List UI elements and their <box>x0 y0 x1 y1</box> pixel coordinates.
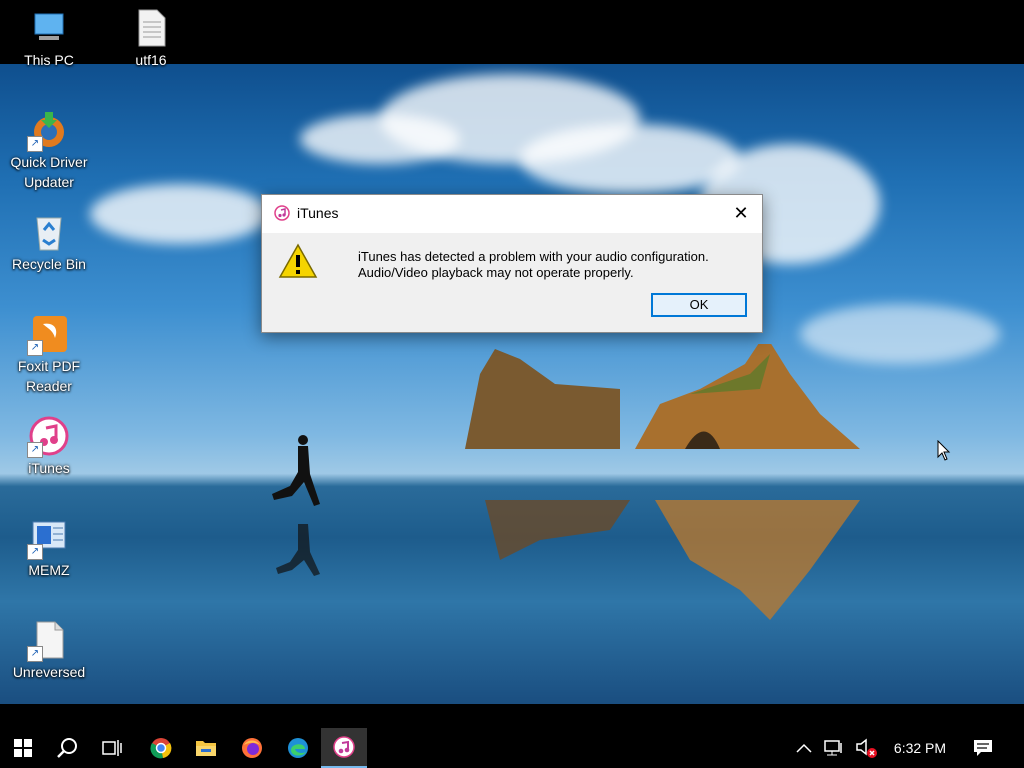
warning-icon <box>278 243 318 279</box>
ok-button[interactable]: OK <box>651 293 747 317</box>
desktop-icon-label: utf16 <box>135 52 167 68</box>
start-icon <box>14 739 32 757</box>
dialog-message-line1: iTunes has detected a problem with your … <box>358 249 709 264</box>
desktop-wallpaper <box>0 64 1024 704</box>
desktop-icon-unreversed[interactable]: ↗ Unreversed <box>1 620 97 682</box>
itunes-icon: ↗ <box>27 416 69 458</box>
task-view-icon <box>102 740 122 756</box>
taskbar-firefox[interactable] <box>229 728 275 768</box>
dialog-titlebar[interactable]: iTunes ✕ <box>262 195 762 233</box>
rock-reflection <box>485 500 860 620</box>
file-icon: ↗ <box>27 620 69 662</box>
desktop-icon-quick-driver-updater[interactable]: ↗ Quick Driver Updater <box>1 110 97 192</box>
task-view-button[interactable] <box>89 728 135 768</box>
this-pc-icon <box>29 8 69 48</box>
mouse-cursor-icon <box>937 440 951 461</box>
taskbar-file-explorer[interactable] <box>183 728 229 768</box>
recycle-bin-icon <box>29 212 69 252</box>
desktop-icon-label-line1: Quick Driver <box>10 154 88 170</box>
taskbar: 6:32 PM <box>0 728 1024 768</box>
desktop-icon-utf16[interactable]: utf16 <box>103 8 199 70</box>
taskbar-clock[interactable]: 6:32 PM <box>884 728 956 768</box>
desktop-icon-recycle-bin[interactable]: Recycle Bin <box>1 212 97 274</box>
memz-icon: ↗ <box>27 518 69 560</box>
desktop-icon-label-line1: Foxit PDF <box>17 358 81 374</box>
desktop-icon-itunes[interactable]: ↗ iTunes <box>1 416 97 478</box>
file-explorer-icon <box>196 741 216 756</box>
foxit-pdf-icon: ↗ <box>27 314 69 356</box>
notification-icon <box>974 740 992 756</box>
quick-driver-updater-icon: ↗ <box>27 110 69 152</box>
desktop-icon-label-line2: Updater <box>24 174 74 190</box>
shortcut-arrow-icon: ↗ <box>27 136 43 152</box>
taskbar-edge[interactable] <box>275 728 321 768</box>
start-button[interactable] <box>0 728 46 768</box>
desktop-icon-this-pc[interactable]: This PC <box>1 8 97 70</box>
dialog-message-line2: Audio/Video playback may not operate pro… <box>358 265 634 280</box>
speaker-muted-icon <box>856 738 877 758</box>
itunes-icon <box>274 205 290 221</box>
firefox-icon <box>242 738 262 758</box>
chrome-icon <box>150 738 172 759</box>
runner-silhouette <box>272 435 320 576</box>
itunes-icon <box>333 736 355 758</box>
shortcut-arrow-icon: ↗ <box>27 544 43 560</box>
desktop-icon-label-line2: Reader <box>26 378 72 394</box>
search-button[interactable] <box>44 728 90 768</box>
desktop-icon-label: This PC <box>24 52 74 68</box>
rock-formation <box>465 344 860 449</box>
desktop-icon-label: Unreversed <box>12 664 86 680</box>
desktop-icon-label: iTunes <box>28 460 70 476</box>
desktop-icon-memz[interactable]: ↗ MEMZ <box>1 518 97 580</box>
text-file-icon <box>131 8 171 48</box>
taskbar-itunes[interactable] <box>321 728 367 768</box>
dialog-body: iTunes has detected a problem with your … <box>262 233 762 332</box>
desktop-icon-label: MEMZ <box>28 562 70 578</box>
network-icon <box>824 740 842 756</box>
close-icon: ✕ <box>733 203 749 223</box>
desktop-icon-foxit-pdf-reader[interactable]: ↗ Foxit PDF Reader <box>1 314 97 396</box>
shortcut-arrow-icon: ↗ <box>27 442 43 458</box>
dialog-message: iTunes has detected a problem with your … <box>358 249 748 281</box>
search-icon <box>57 738 77 758</box>
shortcut-arrow-icon: ↗ <box>27 646 43 662</box>
shortcut-arrow-icon: ↗ <box>27 340 43 356</box>
close-button[interactable]: ✕ <box>720 195 762 231</box>
desktop-icon-label: Recycle Bin <box>12 256 86 272</box>
volume-tray-button[interactable] <box>846 728 886 768</box>
taskbar-chrome[interactable] <box>138 728 184 768</box>
action-center-button[interactable] <box>960 728 1006 768</box>
itunes-warning-dialog: iTunes ✕ iTunes has detected a problem w… <box>261 194 763 333</box>
dialog-title: iTunes <box>297 205 339 221</box>
chevron-up-icon <box>796 743 812 753</box>
edge-icon <box>288 738 308 758</box>
